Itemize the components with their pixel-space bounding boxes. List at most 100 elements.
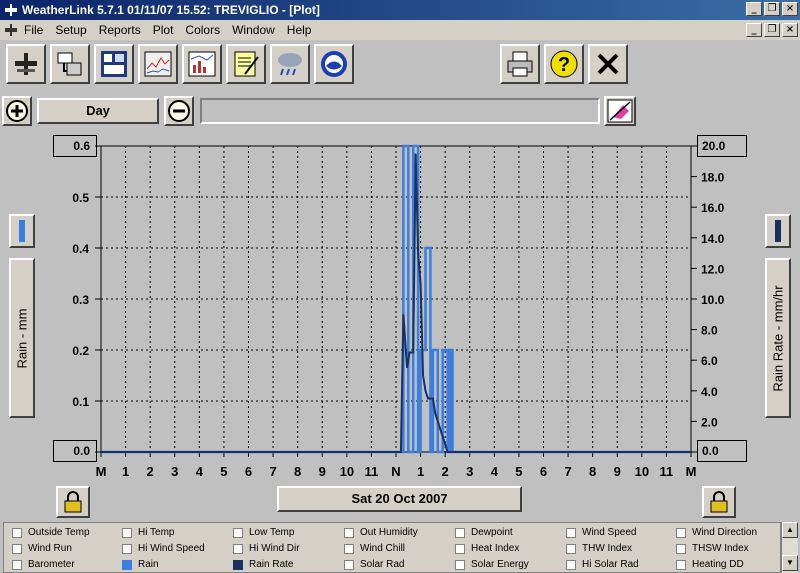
x-tick-label: 4	[196, 464, 204, 479]
right-tick-label: 18.0	[701, 171, 725, 185]
legend-checkbox[interactable]	[566, 527, 576, 538]
legend-checkbox[interactable]	[233, 543, 243, 554]
legend-checkbox[interactable]	[12, 527, 22, 538]
left-lock-button[interactable]	[56, 486, 90, 518]
legend-checkbox[interactable]	[676, 559, 686, 570]
menu-setup[interactable]: Setup	[49, 23, 92, 37]
legend-item-hi-wind-dir[interactable]: Hi Wind Dir	[233, 543, 300, 554]
x-tick-label: 10	[635, 464, 649, 479]
legend-checkbox[interactable]	[122, 527, 132, 538]
left-axis-max[interactable]: 0.6	[53, 135, 97, 157]
right-axis-min[interactable]: 0.0	[697, 440, 747, 462]
legend-checkbox[interactable]	[455, 527, 465, 538]
download-button[interactable]	[50, 44, 90, 84]
mdi-restore-button[interactable]: ❐	[764, 23, 780, 37]
legend-item-solar-energy[interactable]: Solar Energy	[455, 559, 529, 570]
legend-checkbox[interactable]	[12, 543, 22, 554]
bulletin-button[interactable]	[94, 44, 134, 84]
noaa-button[interactable]	[314, 44, 354, 84]
right-axis-toggle[interactable]	[765, 214, 791, 248]
weather-button[interactable]	[270, 44, 310, 84]
legend-item-outside-temp[interactable]: Outside Temp	[12, 527, 90, 538]
legend-item-dewpoint[interactable]: Dewpoint	[455, 527, 513, 538]
legend-checkbox[interactable]	[233, 559, 243, 570]
x-tick-label: 6	[540, 464, 547, 479]
zoom-in-button[interactable]	[2, 96, 32, 126]
zoom-out-icon	[168, 100, 190, 122]
legend-checkbox[interactable]	[566, 543, 576, 554]
legend-label: Dewpoint	[471, 527, 513, 538]
menu-reports[interactable]: Reports	[93, 23, 147, 37]
document-icon[interactable]	[4, 23, 18, 37]
app-icon[interactable]	[4, 3, 18, 17]
minimize-button[interactable]: _	[746, 2, 762, 16]
legend-item-wind-direction[interactable]: Wind Direction	[676, 527, 757, 538]
legend-label: Low Temp	[249, 527, 295, 538]
legend-item-low-temp[interactable]: Low Temp	[233, 527, 294, 538]
legend-scrollbar[interactable]: ▲ ▼	[781, 522, 798, 573]
legend-checkbox[interactable]	[233, 527, 243, 538]
legend-item-heating-dd[interactable]: Heating DD	[676, 559, 744, 570]
menu-file[interactable]: File	[18, 23, 49, 37]
legend-checkbox[interactable]	[344, 543, 354, 554]
legend-checkbox[interactable]	[344, 527, 354, 538]
legend-item-solar-rad[interactable]: Solar Rad	[344, 559, 404, 570]
legend-item-thsw-index[interactable]: THSW Index	[676, 543, 749, 554]
notepad-button[interactable]	[226, 44, 266, 84]
legend-item-hi-wind-speed[interactable]: Hi Wind Speed	[122, 543, 205, 554]
legend-item-barometer[interactable]: Barometer	[12, 559, 75, 570]
eraser-button[interactable]	[604, 96, 636, 126]
right-tick-label: 16.0	[701, 201, 725, 215]
mdi-close-button[interactable]: ×	[782, 23, 798, 37]
x-tick-label: 9	[614, 464, 621, 479]
scroll-down-arrow[interactable]: ▼	[782, 555, 798, 571]
print-button[interactable]	[500, 44, 540, 84]
legend-item-heat-index[interactable]: Heat Index	[455, 543, 519, 554]
mdi-minimize-button[interactable]: _	[746, 23, 762, 37]
legend-checkbox[interactable]	[566, 559, 576, 570]
legend-label: THSW Index	[692, 543, 749, 554]
legend-checkbox[interactable]	[455, 559, 465, 570]
legend-item-hi-temp[interactable]: Hi Temp	[122, 527, 175, 538]
legend-item-wind-chill[interactable]: Wind Chill	[344, 543, 405, 554]
x-tick-label: 3	[171, 464, 178, 479]
rain-rate-series	[101, 153, 691, 453]
period-selector[interactable]: Day	[37, 98, 159, 124]
plot-button[interactable]	[182, 44, 222, 84]
right-axis-max[interactable]: 20.0	[697, 135, 747, 157]
legend-item-wind-speed[interactable]: Wind Speed	[566, 527, 636, 538]
legend-checkbox[interactable]	[122, 559, 132, 570]
legend-item-hi-solar-rad[interactable]: Hi Solar Rad	[566, 559, 639, 570]
strip-chart-button[interactable]	[138, 44, 178, 84]
legend-checkbox[interactable]	[455, 543, 465, 554]
zoom-out-button[interactable]	[164, 96, 194, 126]
left-tick-label: 0.1	[72, 395, 89, 409]
menu-window[interactable]: Window	[226, 23, 281, 37]
legend-item-rain[interactable]: Rain	[122, 559, 159, 570]
right-lock-button[interactable]	[702, 486, 736, 518]
menu-help[interactable]: Help	[281, 23, 318, 37]
restore-button[interactable]: ❐	[764, 2, 780, 16]
help-button[interactable]: ?	[544, 44, 584, 84]
legend-checkbox[interactable]	[344, 559, 354, 570]
date-selector[interactable]: Sat 20 Oct 2007	[277, 486, 522, 512]
legend-checkbox[interactable]	[12, 559, 22, 570]
plot-frame	[100, 145, 692, 453]
lock-icon	[710, 491, 728, 513]
legend-checkbox[interactable]	[122, 543, 132, 554]
close-button[interactable]	[588, 44, 628, 84]
station-button[interactable]	[6, 44, 46, 84]
legend-item-wind-run[interactable]: Wind Run	[12, 543, 72, 554]
menu-plot[interactable]: Plot	[147, 23, 180, 37]
close-window-button[interactable]: ×	[782, 2, 798, 16]
scroll-up-arrow[interactable]: ▲	[782, 522, 798, 538]
menu-colors[interactable]: Colors	[179, 23, 226, 37]
left-axis-toggle[interactable]	[9, 214, 35, 248]
legend-item-rain-rate[interactable]: Rain Rate	[233, 559, 293, 570]
right-tick-label: 10.0	[701, 293, 725, 307]
legend-checkbox[interactable]	[676, 527, 686, 538]
legend-checkbox[interactable]	[676, 543, 686, 554]
left-axis-min[interactable]: 0.0	[53, 440, 97, 462]
legend-item-out-humidity[interactable]: Out Humidity	[344, 527, 418, 538]
legend-item-thw-index[interactable]: THW Index	[566, 543, 632, 554]
